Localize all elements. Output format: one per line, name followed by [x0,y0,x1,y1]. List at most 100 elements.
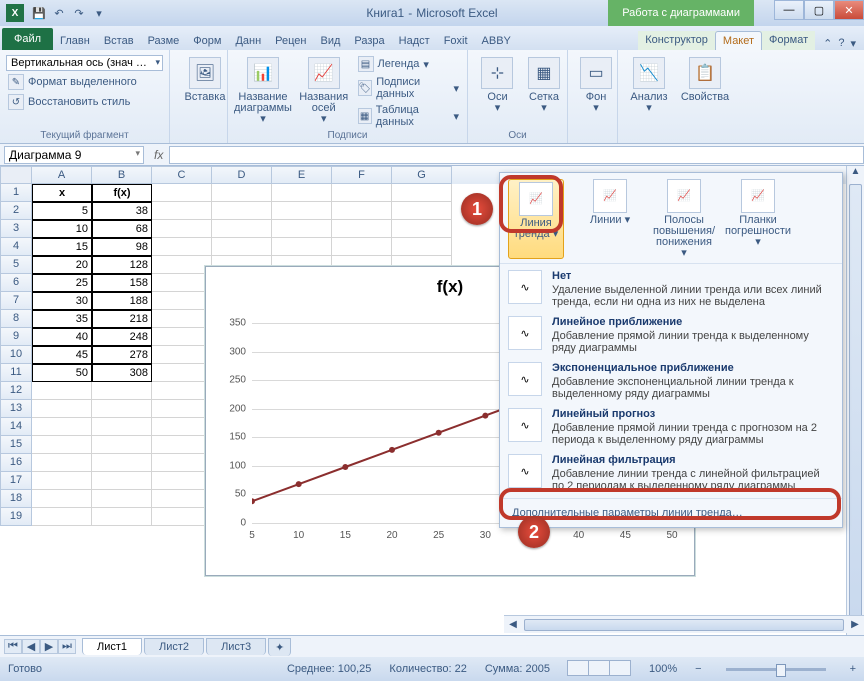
file-tab[interactable]: Файл [2,28,53,50]
tab-format[interactable]: Формат [762,31,815,50]
row-header[interactable]: 18 [0,490,32,508]
cell[interactable] [92,382,152,400]
row-header[interactable]: 16 [0,454,32,472]
hscroll-thumb[interactable] [524,619,844,631]
row-header[interactable]: 11 [0,364,32,382]
row-header[interactable]: 5 [0,256,32,274]
insert-button[interactable]: 🖼Вставка [176,53,234,103]
tab-home[interactable]: Главн [53,32,97,50]
analysis-button[interactable]: 📉Анализ▾ [624,53,674,140]
cell[interactable] [32,490,92,508]
cell[interactable]: 38 [92,202,152,220]
row-header[interactable]: 10 [0,346,32,364]
close-button[interactable]: ✕ [834,0,864,20]
scroll-left-icon[interactable]: ◀ [504,619,522,630]
trendline-tool-button[interactable]: 📈Линии ▾ [582,179,638,259]
trendline-tool-button[interactable]: 📈Линия тренда ▾ [508,179,564,259]
sheet-prev-icon[interactable]: ◀ [22,639,40,654]
row-header[interactable]: 8 [0,310,32,328]
legend-button[interactable]: ▤Легенда ▾ [356,55,461,73]
row-header[interactable]: 17 [0,472,32,490]
cell[interactable] [332,238,392,256]
tab-foxit[interactable]: Foxit [437,32,475,50]
cell[interactable] [272,220,332,238]
cell[interactable] [152,256,212,274]
tab-pagelayout[interactable]: Разме [141,32,187,50]
tab-design[interactable]: Конструктор [638,31,715,50]
trendline-tool-button[interactable]: 📈Планки погрешности ▾ [730,179,786,259]
minimize-button[interactable]: — [774,0,804,20]
cell[interactable]: 45 [32,346,92,364]
save-icon[interactable]: 💾 [30,4,48,22]
redo-icon[interactable]: ↷ [70,4,88,22]
cell[interactable] [152,346,212,364]
cell[interactable] [152,400,212,418]
trendline-option[interactable]: ∿НетУдаление выделенной линии тренда или… [500,266,842,312]
cell[interactable] [32,472,92,490]
row-header[interactable]: 1 [0,184,32,202]
cell[interactable] [212,202,272,220]
cell[interactable] [152,238,212,256]
cell[interactable] [152,364,212,382]
cell[interactable] [212,184,272,202]
sheet-last-icon[interactable]: ⏭ [58,639,76,654]
cell[interactable] [152,418,212,436]
cell[interactable] [92,472,152,490]
tab-developer[interactable]: Разра [347,32,391,50]
scroll-up-icon[interactable]: ▲ [847,166,864,184]
row-header[interactable]: 6 [0,274,32,292]
cell[interactable] [152,292,212,310]
cell[interactable] [332,184,392,202]
sheet-first-icon[interactable]: ⏮ [4,639,22,654]
column-header[interactable]: E [272,166,332,184]
trendline-option[interactable]: ∿Линейная фильтрацияДобавление линии тре… [500,450,842,496]
background-button[interactable]: ▭Фон▾ [574,53,618,114]
cell[interactable] [272,184,332,202]
cell[interactable]: 30 [32,292,92,310]
cell[interactable] [92,400,152,418]
cell[interactable]: 68 [92,220,152,238]
qat-customize-icon[interactable]: ▾ [90,4,108,22]
cell[interactable] [92,436,152,454]
row-header[interactable]: 9 [0,328,32,346]
vscroll-thumb[interactable] [849,184,862,617]
cell[interactable] [32,454,92,472]
cell[interactable] [152,202,212,220]
vertical-scrollbar[interactable]: ▲ ▼ [846,166,864,635]
cell[interactable]: 248 [92,328,152,346]
trendline-option[interactable]: ∿Линейный прогнозДобавление прямой линии… [500,404,842,450]
row-header[interactable]: 13 [0,400,32,418]
data-labels-button[interactable]: 🏷Подписи данных ▾ [356,75,461,101]
cell[interactable] [392,220,452,238]
horizontal-scrollbar[interactable]: ◀ ▶ [504,615,864,633]
row-header[interactable]: 19 [0,508,32,526]
cell[interactable] [152,220,212,238]
axes-button[interactable]: ⊹Оси▾ [474,53,521,140]
column-header[interactable]: D [212,166,272,184]
cell[interactable] [152,328,212,346]
cell[interactable]: x [32,184,92,202]
cell[interactable]: 278 [92,346,152,364]
cell[interactable] [92,508,152,526]
cell[interactable] [32,508,92,526]
zoom-level[interactable]: 100% [649,663,677,675]
cell[interactable]: 15 [32,238,92,256]
tab-insert[interactable]: Встав [97,32,141,50]
tab-review[interactable]: Рецен [268,32,313,50]
chart-element-selector[interactable]: Вертикальная ось (знач … [6,55,163,71]
cell[interactable]: 98 [92,238,152,256]
cell[interactable] [332,220,392,238]
cell[interactable] [32,382,92,400]
scroll-right-icon[interactable]: ▶ [846,619,864,630]
zoom-slider[interactable] [726,668,826,671]
reset-style-button[interactable]: ↺Восстановить стиль [6,93,163,111]
chart-title-button[interactable]: 📊Название диаграммы▾ [234,53,292,140]
zoom-in-icon[interactable]: + [850,663,856,675]
cell[interactable]: 20 [32,256,92,274]
sheet-tab-3[interactable]: Лист3 [206,638,266,655]
cell[interactable] [152,436,212,454]
window-options-icon[interactable]: ▾ [850,37,856,50]
cell[interactable]: 188 [92,292,152,310]
formula-input[interactable] [169,146,864,164]
row-header[interactable]: 14 [0,418,32,436]
